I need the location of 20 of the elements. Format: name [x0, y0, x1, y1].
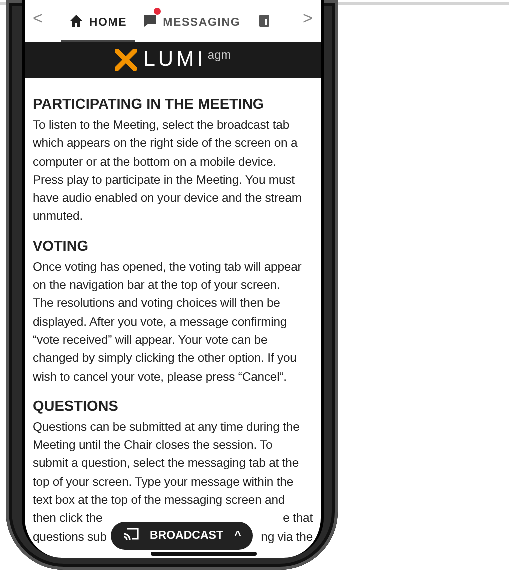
logo-icon — [114, 49, 137, 71]
section-heading: VOTING — [33, 238, 90, 256]
brand-suffix: agm — [208, 47, 232, 64]
chart-icon — [256, 14, 272, 28]
text-fragment: questions sub — [33, 528, 107, 546]
paragraph: Once voting has opened, the voting tab will appear on the navigation bar at the top of your screen. The resolutions and voting choices will then be displayed. After you vote, a message confirming “vote received” will appear. Your vote can be changed by simply clicking the other option. If you wish to cancel your vote, please press “Cancel”. — [33, 258, 303, 386]
broadcast-button[interactable]: BROADCAST ^ — [111, 522, 254, 550]
chat-icon — [143, 14, 158, 28]
caret-icon: ^ — [234, 530, 242, 542]
section-heading: QUESTIONS — [33, 398, 120, 416]
paragraph: To listen to the Meeting, select the broadcast tab which appears on the right side of the screen on a computer or at the bottom on a mobile device. Press play to participate in the Meeting. You must have audio enabled on your device and the stream unmuted. — [33, 117, 303, 226]
brand-name: LUMI — [144, 47, 206, 74]
home-icon — [69, 14, 84, 28]
section-heading: PARTICIPATING IN THE MEETING — [33, 96, 266, 114]
tab[interactable]: MESSAGING — [135, 6, 249, 42]
notification-dot — [154, 8, 162, 15]
text-fragment: then click the — [33, 510, 103, 528]
cast-icon — [123, 526, 140, 541]
text-fragment: e that — [283, 510, 313, 528]
text-fragment: ng via the — [261, 528, 313, 546]
